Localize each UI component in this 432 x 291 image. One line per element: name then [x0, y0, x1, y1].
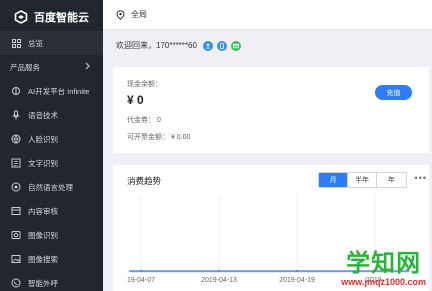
chart-point[interactable]	[218, 270, 220, 272]
top-bar: 全局	[103, 0, 432, 30]
balance-card: 现金余额： ¥ 0 充值 代金券： 0 可开票金额： ¥ 0.00	[113, 67, 429, 153]
review-icon	[11, 206, 21, 216]
region-selector[interactable]: 全局	[131, 9, 147, 20]
sidebar-item-label: 自然语言处理	[28, 182, 73, 192]
sidebar-item-face[interactable]: 人脸识别	[0, 127, 103, 151]
face-icon	[11, 134, 21, 144]
microphone-icon	[11, 110, 21, 120]
image-icon	[11, 230, 21, 240]
welcome-bar: 欢迎回来，170******60	[116, 40, 241, 51]
welcome-text: 欢迎回来，170******60	[116, 41, 197, 50]
cash-balance-label: 现金余额：	[127, 81, 162, 88]
text-icon	[11, 158, 21, 168]
image-search-icon	[11, 254, 21, 264]
voucher-label: 代金券：	[127, 117, 155, 124]
sidebar-item-label: 语音技术	[28, 110, 58, 120]
sidebar-item-label: 文字识别	[28, 158, 58, 168]
chevron-right-icon	[85, 62, 90, 72]
sidebar-item-overview[interactable]: 总览	[0, 31, 103, 55]
chart-tick-label: 2019-04-13	[201, 277, 237, 284]
location-pin-icon	[116, 9, 125, 20]
chart-tick-label: 19-04-07	[127, 277, 155, 284]
sidebar-item-image-recognition[interactable]: 图像识别	[0, 223, 103, 247]
sidebar-item-smart-call[interactable]: 智能外呼	[0, 271, 103, 291]
phone-badge-icon[interactable]	[216, 40, 227, 51]
voucher-value[interactable]: 0	[157, 117, 161, 124]
brand[interactable]: 百度智能云	[0, 0, 103, 34]
invoice-row: 可开票金额： ¥ 0.00	[127, 132, 190, 142]
cash-balance-value: ¥ 0	[127, 93, 144, 107]
sidebar-item-label: 内容审核	[28, 206, 58, 216]
sidebar-item-image-search[interactable]: 图像搜索	[0, 247, 103, 271]
grid-icon	[11, 38, 21, 48]
sidebar-item-label: 人脸识别	[28, 134, 58, 144]
verified-badge-icon[interactable]	[202, 40, 213, 51]
nlp-icon	[11, 182, 21, 192]
recharge-button[interactable]: 充值	[375, 85, 412, 100]
chart-point[interactable]	[296, 270, 298, 272]
sidebar-item-ocr[interactable]: 文字识别	[0, 151, 103, 175]
sidebar-item-content-review[interactable]: 内容审核	[0, 199, 103, 223]
invoice-label: 可开票金额：	[127, 134, 169, 141]
email-badge-icon[interactable]	[230, 40, 241, 51]
call-icon	[11, 278, 21, 288]
voucher-row: 代金券： 0	[127, 115, 161, 125]
watermark-title: 学知网	[346, 250, 422, 277]
sidebar-item-label: 图像搜索	[28, 254, 58, 264]
sidebar-item-label: 图像识别	[28, 230, 58, 240]
watermark-url: www.jmqz1000.com	[341, 277, 426, 287]
chart-tick-label: 2019-04-19	[279, 277, 315, 284]
sidebar-item-speech[interactable]: 语音技术	[0, 103, 103, 127]
sidebar-item-nlp[interactable]: 自然语言处理	[0, 175, 103, 199]
sidebar: 百度智能云 总览 产品服务 AI开发平台 Infinite 语音技术 人脸识别 …	[0, 0, 103, 291]
sidebar-section-products[interactable]: 产品服务	[0, 55, 103, 79]
watermark: 学知网 www.jmqz1000.com	[341, 250, 426, 288]
brain-icon	[11, 86, 21, 96]
sidebar-item-label: 总览	[28, 38, 43, 48]
invoice-value: ¥ 0.00	[170, 134, 191, 141]
sidebar-item-label: AI开发平台 Infinite	[28, 86, 90, 96]
sidebar-item-label: 智能外呼	[28, 278, 58, 288]
brand-name: 百度智能云	[34, 12, 89, 24]
baidu-cloud-logo-icon	[14, 10, 28, 24]
sidebar-item-ai-platform[interactable]: AI开发平台 Infinite	[0, 79, 103, 103]
chart-point[interactable]	[140, 270, 142, 272]
section-label: 产品服务	[10, 62, 40, 72]
